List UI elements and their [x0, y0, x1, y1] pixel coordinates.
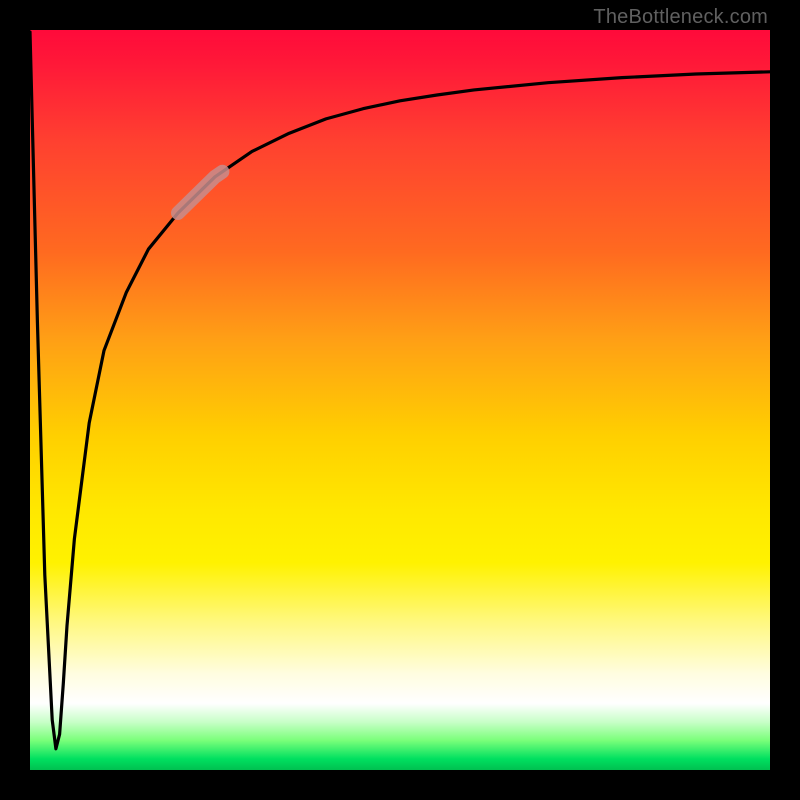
watermark-text: TheBottleneck.com — [593, 6, 768, 29]
curve-layer — [30, 30, 770, 770]
curve-highlight-segment — [178, 172, 222, 213]
plot-area — [30, 30, 770, 770]
bottleneck-curve — [30, 32, 770, 749]
chart-frame — [30, 30, 770, 770]
